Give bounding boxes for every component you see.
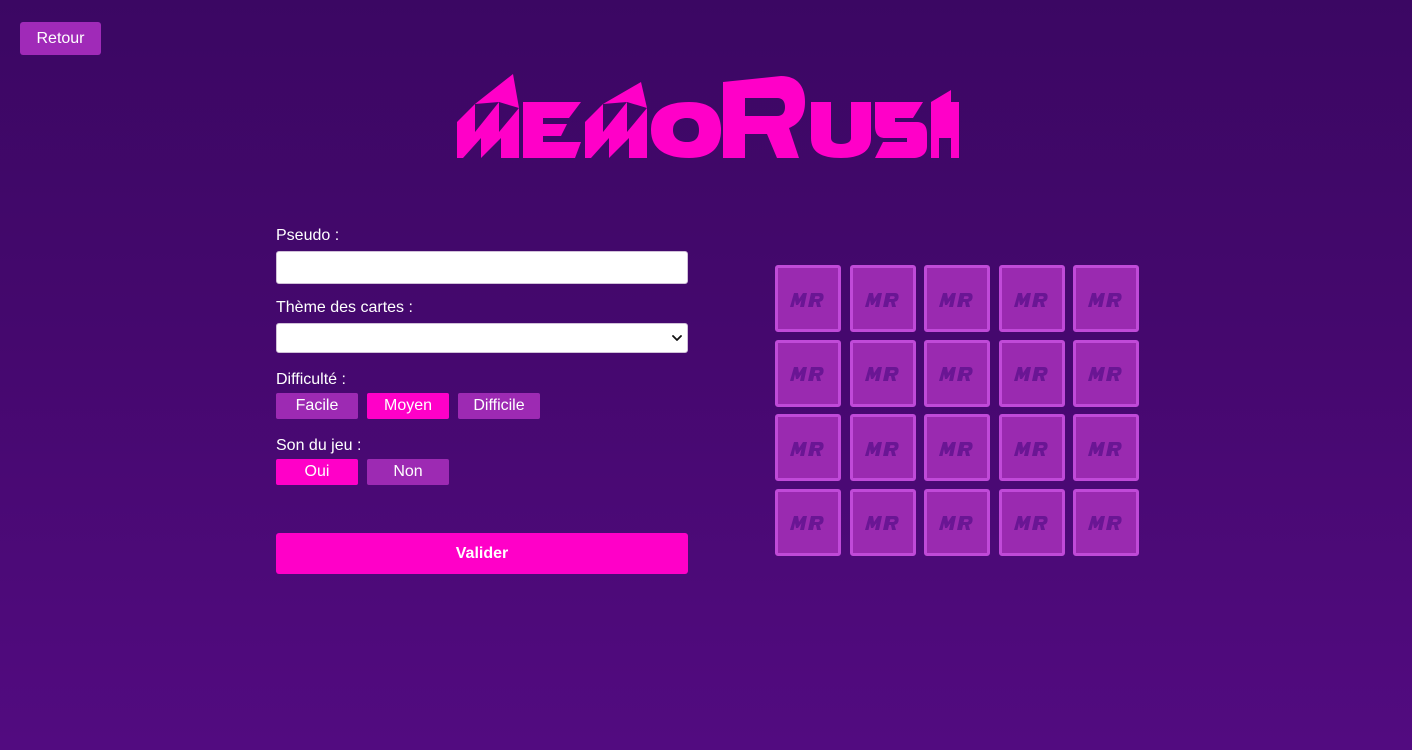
submit-button[interactable]: Valider: [276, 533, 688, 574]
memory-card[interactable]: [924, 339, 990, 407]
mr-logo-icon: [939, 292, 973, 307]
mr-logo-icon: [864, 441, 899, 456]
memory-card[interactable]: [924, 265, 990, 332]
mr-logo-icon: [1013, 292, 1048, 307]
mr-logo-icon: [1088, 367, 1122, 381]
memory-card[interactable]: [998, 265, 1065, 332]
mr-logo-icon: [1088, 516, 1122, 530]
difficulty-hard-button[interactable]: Difficile: [458, 393, 540, 419]
sound-on-button[interactable]: Oui: [276, 459, 358, 485]
memory-card[interactable]: [924, 414, 990, 481]
game-settings-form: Pseudo : Thème des cartes : Difficulté :…: [276, 226, 688, 574]
mr-logo-icon: [939, 516, 973, 530]
chevron-down-icon: [672, 335, 682, 341]
memory-card[interactable]: [775, 265, 841, 332]
sound-label: Son du jeu :: [276, 437, 362, 454]
back-button[interactable]: Retour: [20, 22, 101, 55]
mr-logo-icon: [864, 292, 899, 307]
memory-card[interactable]: [1073, 265, 1139, 332]
mr-logo-icon: [790, 516, 824, 530]
pseudo-input[interactable]: [276, 251, 688, 284]
mr-logo-icon: [864, 367, 899, 381]
mr-logo-icon: [1013, 441, 1048, 456]
mr-logo-icon: [864, 516, 899, 530]
mr-logo-icon: [790, 441, 824, 456]
memory-card[interactable]: [998, 488, 1065, 556]
memory-card[interactable]: [1073, 339, 1139, 407]
theme-select[interactable]: [276, 323, 688, 353]
card-preview-grid: [775, 265, 1139, 556]
sound-options: Oui Non: [276, 459, 688, 485]
memory-card[interactable]: [849, 265, 916, 332]
sound-off-button[interactable]: Non: [367, 459, 449, 485]
memory-card[interactable]: [849, 488, 916, 556]
memory-card[interactable]: [775, 488, 841, 556]
mr-logo-icon: [790, 292, 824, 307]
memory-card[interactable]: [775, 339, 841, 407]
memory-card[interactable]: [849, 339, 916, 407]
pseudo-label: Pseudo :: [276, 227, 340, 244]
memory-card[interactable]: [998, 339, 1065, 407]
mr-logo-icon: [939, 441, 973, 456]
memory-card[interactable]: [1073, 414, 1139, 481]
mr-logo-icon: [1088, 292, 1122, 307]
mr-logo-icon: [1013, 516, 1048, 530]
theme-label: Thème des cartes :: [276, 299, 413, 316]
memory-card[interactable]: [849, 414, 916, 481]
memory-card[interactable]: [924, 488, 990, 556]
difficulty-medium-button[interactable]: Moyen: [367, 393, 449, 419]
difficulty-easy-button[interactable]: Facile: [276, 393, 358, 419]
difficulty-label: Difficulté :: [276, 371, 346, 388]
mr-logo-icon: [1013, 367, 1048, 381]
mr-logo-icon: [939, 367, 973, 381]
difficulty-options: Facile Moyen Difficile: [276, 393, 688, 419]
memorush-logo: [455, 72, 959, 160]
memory-card[interactable]: [1073, 488, 1139, 556]
memory-card[interactable]: [775, 414, 841, 481]
mr-logo-icon: [1088, 441, 1122, 456]
memory-card[interactable]: [998, 414, 1065, 481]
mr-logo-icon: [790, 367, 824, 381]
